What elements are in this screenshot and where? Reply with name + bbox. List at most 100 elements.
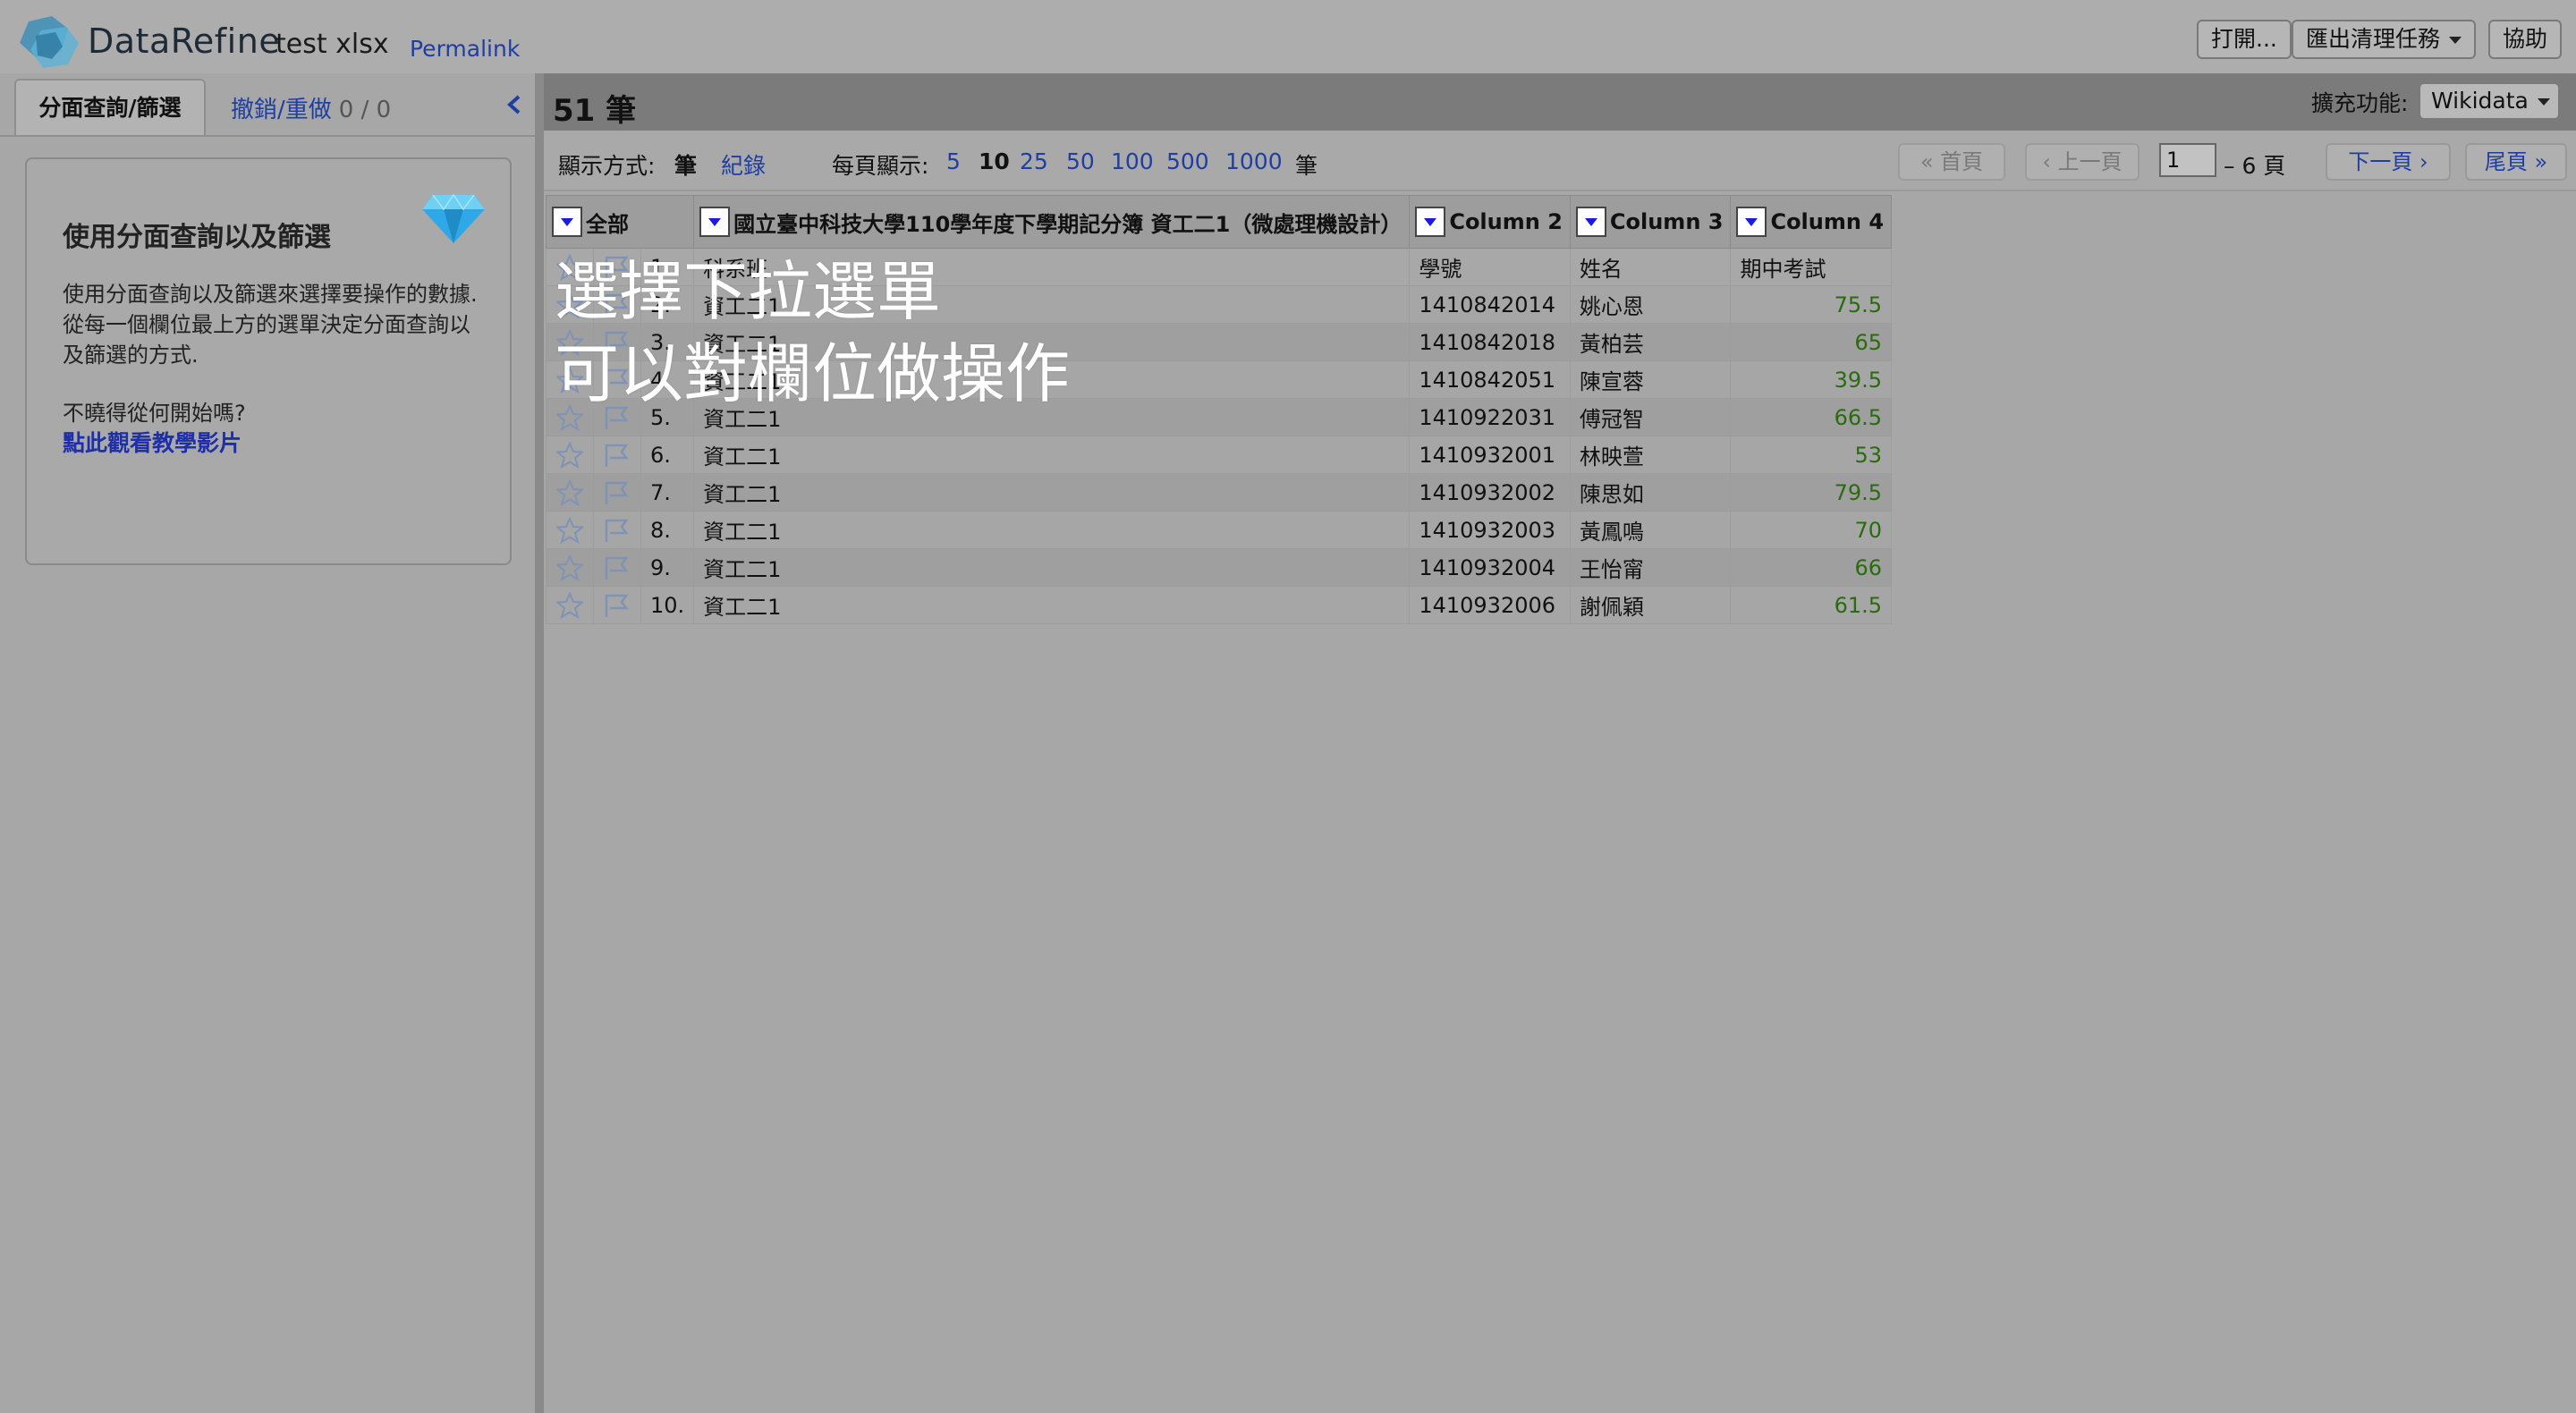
star-icon[interactable] xyxy=(546,323,594,361)
flag-icon[interactable] xyxy=(593,511,641,549)
tab-undo-redo[interactable]: 撤銷/重做 0 / 0 xyxy=(231,91,391,124)
show-as-records[interactable]: 紀錄 xyxy=(721,148,766,181)
cell-class[interactable]: 資工二1 xyxy=(693,511,1411,549)
star-icon[interactable] xyxy=(546,586,594,624)
star-icon[interactable] xyxy=(546,398,594,436)
cell-midterm[interactable]: 65 xyxy=(1730,323,1893,361)
flag-icon[interactable] xyxy=(593,548,641,587)
cell-name[interactable]: 姓名 xyxy=(1569,248,1732,286)
star-icon[interactable] xyxy=(546,248,594,286)
collapse-panel-icon[interactable] xyxy=(501,89,528,120)
app-brand: DataRefine xyxy=(88,21,281,61)
tutorial-video-link[interactable]: 點此觀看教學影片 xyxy=(63,426,242,458)
flag-icon[interactable] xyxy=(593,398,641,436)
cell-name[interactable]: 傅冠智 xyxy=(1569,398,1732,436)
last-page-button[interactable]: 尾頁 » xyxy=(2465,143,2567,181)
cell-class[interactable]: 資工二1 xyxy=(693,586,1411,624)
cell-class[interactable]: 資工二1 xyxy=(693,398,1411,436)
flag-icon[interactable] xyxy=(593,473,641,512)
column-dropdown-icon[interactable] xyxy=(1415,207,1446,237)
cell-class[interactable]: 科系班 xyxy=(693,248,1411,286)
open-button[interactable]: 打開... xyxy=(2197,20,2292,59)
cell-class[interactable]: 資工二1 xyxy=(693,360,1411,399)
cell-student-id[interactable]: 1410922031 xyxy=(1409,398,1571,436)
row-index: 8. xyxy=(640,511,695,549)
cell-name[interactable]: 黃鳳鳴 xyxy=(1569,511,1732,549)
cell-student-id[interactable]: 1410842018 xyxy=(1409,323,1571,361)
project-name[interactable]: test xlsx xyxy=(275,29,389,60)
flag-icon[interactable] xyxy=(593,285,641,324)
cell-student-id[interactable]: 1410932004 xyxy=(1409,548,1571,587)
extensions-select[interactable]: Wikidata xyxy=(2419,82,2560,120)
cell-midterm[interactable]: 39.5 xyxy=(1730,360,1893,399)
cell-name[interactable]: 陳宣蓉 xyxy=(1569,360,1732,399)
cell-class[interactable]: 資工二1 xyxy=(693,473,1411,512)
flag-icon[interactable] xyxy=(593,323,641,361)
flag-icon[interactable] xyxy=(593,586,641,624)
page-size-100[interactable]: 100 xyxy=(1111,148,1154,174)
page-size-5[interactable]: 5 xyxy=(946,148,961,174)
cell-name[interactable]: 王怡甯 xyxy=(1569,548,1732,587)
column-header-title: 國立臺中科技大學110學年度下學期記分簿 資工二1（微處理機設計） xyxy=(693,195,1411,249)
cell-student-id[interactable]: 1410932002 xyxy=(1409,473,1571,512)
cell-midterm[interactable]: 期中考試 xyxy=(1730,248,1893,286)
cell-class[interactable]: 資工二1 xyxy=(693,548,1411,587)
cell-name[interactable]: 林映萱 xyxy=(1569,436,1732,474)
column-dropdown-icon[interactable] xyxy=(699,207,731,237)
cell-student-id[interactable]: 1410842051 xyxy=(1409,360,1571,399)
export-menu-button[interactable]: 匯出清理任務 xyxy=(2292,20,2477,59)
permalink-link[interactable]: Permalink xyxy=(410,36,520,62)
star-icon[interactable] xyxy=(546,360,594,399)
cell-midterm[interactable]: 79.5 xyxy=(1730,473,1893,512)
cell-class[interactable]: 資工二1 xyxy=(693,323,1411,361)
cell-midterm[interactable]: 75.5 xyxy=(1730,285,1893,324)
extensions-label: 擴充功能: xyxy=(2311,90,2409,116)
panel-splitter[interactable] xyxy=(535,73,544,1413)
star-icon[interactable] xyxy=(546,473,594,512)
cell-midterm[interactable]: 66.5 xyxy=(1730,398,1893,436)
page-size-1000[interactable]: 1000 xyxy=(1225,148,1283,174)
first-page-button[interactable]: « 首頁 xyxy=(1898,143,2005,181)
cell-name[interactable]: 黃柏芸 xyxy=(1569,323,1732,361)
show-as-rows[interactable]: 筆 xyxy=(674,148,697,181)
cell-class[interactable]: 資工二1 xyxy=(693,285,1411,324)
star-icon[interactable] xyxy=(546,548,594,587)
page-size-500[interactable]: 500 xyxy=(1166,148,1209,174)
cell-midterm[interactable]: 61.5 xyxy=(1730,586,1893,624)
cell-student-id[interactable]: 1410932006 xyxy=(1409,586,1571,624)
cell-student-id[interactable]: 1410842014 xyxy=(1409,285,1571,324)
row-index: 3. xyxy=(640,323,695,361)
flag-icon[interactable] xyxy=(593,360,641,399)
cell-name[interactable]: 陳思如 xyxy=(1569,473,1732,512)
cell-class[interactable]: 資工二1 xyxy=(693,436,1411,474)
flag-icon[interactable] xyxy=(593,248,641,286)
cell-name[interactable]: 姚心恩 xyxy=(1569,285,1732,324)
star-icon[interactable] xyxy=(546,285,594,324)
column-dropdown-icon[interactable] xyxy=(1736,207,1767,237)
column-dropdown-icon[interactable] xyxy=(552,207,582,237)
cell-student-id[interactable]: 1410932003 xyxy=(1409,511,1571,549)
cell-midterm[interactable]: 66 xyxy=(1730,548,1893,587)
cell-name[interactable]: 謝佩穎 xyxy=(1569,586,1732,624)
page-number-input[interactable] xyxy=(2159,143,2216,177)
datarefine-logo-icon[interactable] xyxy=(16,16,80,70)
page-size-10[interactable]: 10 xyxy=(979,148,1010,174)
help-button[interactable]: 協助 xyxy=(2488,20,2563,59)
cell-student-id[interactable]: 學號 xyxy=(1409,248,1571,286)
prev-page-button[interactable]: ‹ 上一頁 xyxy=(2025,143,2140,181)
star-icon[interactable] xyxy=(546,511,594,549)
page-size-50[interactable]: 50 xyxy=(1066,148,1095,174)
next-page-button[interactable]: 下一頁 › xyxy=(2326,143,2451,181)
extensions-value: Wikidata xyxy=(2431,88,2529,114)
cell-midterm[interactable]: 70 xyxy=(1730,511,1893,549)
column-header-column4: Column 4 xyxy=(1730,195,1893,249)
tab-undo-label: 撤銷/重做 xyxy=(231,97,332,123)
table-row: 9. 資工二1 1410932004 王怡甯 66 xyxy=(546,548,1893,587)
column-dropdown-icon[interactable] xyxy=(1575,207,1606,237)
cell-student-id[interactable]: 1410932001 xyxy=(1409,436,1571,474)
tab-facet-filter[interactable]: 分面查詢/篩選 xyxy=(14,79,206,136)
page-size-25[interactable]: 25 xyxy=(1020,148,1048,174)
flag-icon[interactable] xyxy=(593,436,641,474)
cell-midterm[interactable]: 53 xyxy=(1730,436,1893,474)
star-icon[interactable] xyxy=(546,436,594,474)
